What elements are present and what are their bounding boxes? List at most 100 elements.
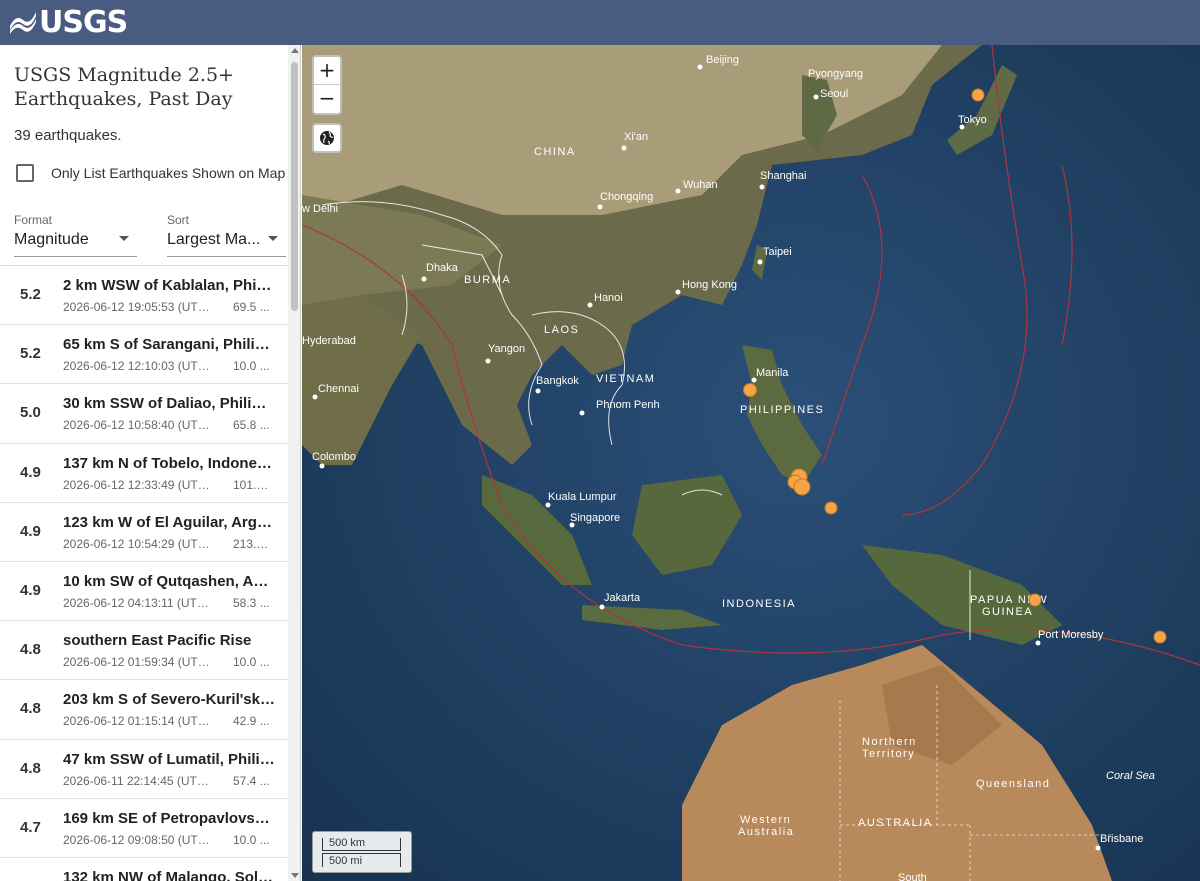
earthquake-list-panel: USGS Magnitude 2.5+ Earthquakes, Past Da…: [0, 45, 301, 881]
label-western-2: Australia: [738, 826, 794, 838]
scroll-down-arrow[interactable]: [291, 873, 299, 878]
format-select[interactable]: Format Magnitude: [14, 211, 137, 257]
depth: 10.0 ...: [233, 655, 270, 670]
sort-value: Largest Ma...: [167, 231, 261, 248]
magnitude: 4.8: [20, 759, 41, 777]
list-item[interactable]: 132 km NW of Malango, Solomon Islands: [0, 857, 288, 881]
city-dot: [757, 259, 763, 265]
label-hanoi: Hanoi: [594, 292, 623, 304]
quake-marker[interactable]: [743, 383, 757, 397]
globe-icon: [320, 131, 334, 145]
sort-select[interactable]: Sort Largest Ma...: [167, 211, 286, 257]
city-dot: [697, 64, 703, 70]
timestamp: 2026-06-12 04:13:11 (UTC-...: [63, 595, 213, 610]
scroll-up-arrow[interactable]: [291, 48, 299, 53]
depth: 10.0 ...: [233, 359, 270, 374]
list-item[interactable]: 4.7 169 km SE of Petropavlovsk-Kamchatsk…: [0, 798, 288, 858]
label-china: CHINA: [534, 146, 576, 158]
scale-mi: 500 mi: [322, 853, 401, 867]
site-header: USGS: [0, 0, 1200, 45]
list-item[interactable]: 4.8 47 km SSW of Lumatil, Philippines 20…: [0, 739, 288, 799]
label-philippines: PHILIPPINES: [740, 404, 824, 416]
list-item[interactable]: 4.9 10 km SW of Qutqashen, Azerbaijan 20…: [0, 561, 288, 622]
format-value: Magnitude: [14, 231, 89, 248]
label-queensland: Queensland: [976, 778, 1050, 790]
label-vietnam: VIETNAM: [596, 373, 655, 385]
label-northern-2: Territory: [862, 748, 915, 760]
label-burma: BURMA: [464, 274, 511, 286]
location: 123 km W of El Aguilar, Argentina: [63, 513, 275, 531]
label-manila: Manila: [756, 367, 789, 379]
earthquake-list: 5.2 2 km WSW of Kablalan, Philippines 20…: [0, 265, 288, 881]
list-scrollbar[interactable]: [288, 45, 300, 881]
city-dot: [597, 204, 603, 210]
depth: 58.3 ...: [233, 595, 270, 610]
label-xian: Xi'an: [624, 131, 648, 143]
usgs-logo-text: USGS: [39, 4, 128, 40]
city-dot: [485, 358, 491, 364]
depth: 57.4 ...: [233, 773, 270, 788]
depth: 42.9 ...: [233, 714, 270, 729]
city-dot: [813, 94, 819, 100]
list-item[interactable]: 4.9 137 km N of Tobelo, Indonesia 2026-0…: [0, 443, 288, 503]
filter-checkbox[interactable]: [16, 164, 34, 182]
label-png-2: GUINEA: [982, 606, 1033, 618]
city-dot: [675, 289, 681, 295]
label-laos: LAOS: [544, 324, 579, 336]
location: 2 km WSW of Kablalan, Philippines: [63, 277, 275, 294]
depth: 101.7...: [233, 477, 273, 492]
zoom-out-button[interactable]: −: [314, 85, 340, 113]
city-dot: [1095, 845, 1101, 851]
location: 203 km S of Severo-Kuril'sk, Russia: [63, 691, 275, 709]
sort-label: Sort: [167, 213, 190, 227]
chevron-down-icon: [119, 236, 129, 241]
location: 47 km SSW of Lumatil, Philippines: [63, 750, 275, 768]
list-item[interactable]: 4.9 123 km W of El Aguilar, Argentina 20…: [0, 502, 288, 562]
list-item[interactable]: 4.8 203 km S of Severo-Kuril'sk, Russia …: [0, 680, 288, 740]
earthquake-map[interactable]: Beijing Pyongyang Seoul Tokyo CHINA Xi'a…: [302, 45, 1200, 881]
location: 137 km N of Tobelo, Indonesia: [63, 454, 275, 472]
zoom-in-button[interactable]: +: [314, 57, 340, 85]
label-tokyo: Tokyo: [958, 114, 987, 126]
label-jakarta: Jakarta: [604, 592, 641, 604]
timestamp: 2026-06-12 12:33:49 (UTC-...: [63, 477, 213, 492]
timestamp: 2026-06-12 10:58:40 (UTC-...: [63, 418, 213, 433]
list-item[interactable]: 4.8 southern East Pacific Rise 2026-06-1…: [0, 621, 288, 681]
label-yangon: Yangon: [488, 343, 525, 355]
label-phnompenh: Phnom Penh: [596, 399, 660, 411]
list-item[interactable]: 5.2 2 km WSW of Kablalan, Philippines 20…: [0, 266, 288, 326]
label-wuhan: Wuhan: [683, 179, 718, 191]
usgs-logo[interactable]: USGS: [8, 4, 128, 40]
timestamp: 2026-06-12 10:54:29 (UTC-...: [63, 536, 213, 551]
format-label: Format: [14, 213, 53, 227]
label-western-1: Western: [740, 814, 791, 826]
map-canvas: Beijing Pyongyang Seoul Tokyo CHINA Xi'a…: [302, 45, 1200, 881]
map-scale: 500 km 500 mi: [312, 831, 412, 873]
quake-marker[interactable]: [793, 478, 811, 496]
chevron-down-icon: [268, 236, 278, 241]
city-dot: [587, 302, 593, 308]
location: 132 km NW of Malango, Solomon Islands: [63, 868, 275, 881]
scroll-thumb[interactable]: [291, 62, 298, 311]
label-seoul: Seoul: [820, 88, 848, 100]
city-dot: [599, 604, 605, 610]
quake-marker[interactable]: [824, 501, 838, 515]
quake-marker[interactable]: [971, 88, 985, 102]
timestamp: 2026-06-12 12:10:03 (UTC-...: [63, 359, 213, 374]
label-coralsea: Coral Sea: [1106, 770, 1155, 782]
city-dot: [535, 388, 541, 394]
quake-marker[interactable]: [1153, 630, 1167, 644]
label-northern-1: Northern: [862, 736, 917, 748]
globe-button[interactable]: [312, 123, 342, 153]
label-portmoresby: Port Moresby: [1038, 629, 1104, 641]
timestamp: 2026-06-12 01:15:14 (UTC-...: [63, 714, 213, 729]
quake-marker[interactable]: [1028, 593, 1042, 607]
label-beijing: Beijing: [706, 54, 739, 66]
city-dot: [579, 410, 585, 416]
list-item[interactable]: 5.2 65 km S of Sarangani, Philippines 20…: [0, 325, 288, 385]
label-hyderabad: Hyderabad: [302, 335, 356, 347]
magnitude: 4.7: [20, 818, 41, 836]
depth: 10.0 ...: [233, 832, 270, 847]
list-item[interactable]: 5.0 30 km SSW of Daliao, Philippines 202…: [0, 384, 288, 444]
map-filter-toggle[interactable]: Only List Earthquakes Shown on Map: [14, 164, 285, 182]
